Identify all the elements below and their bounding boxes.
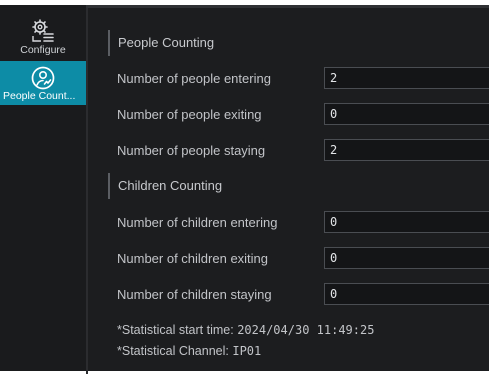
channel-label: *Statistical Channel: bbox=[117, 344, 233, 358]
children-staying-label: Number of children staying bbox=[117, 287, 272, 302]
channel-value: IP01 bbox=[232, 344, 262, 358]
children-entering-field[interactable]: 0 bbox=[324, 211, 489, 233]
people-staying-field[interactable]: 2 bbox=[324, 139, 489, 161]
sidebar-item-configure[interactable]: Configure bbox=[0, 13, 86, 61]
section-title-people-counting: People Counting bbox=[108, 30, 214, 56]
section-title-children-counting: Children Counting bbox=[108, 173, 222, 199]
start-time-label: *Statistical start time: bbox=[117, 323, 238, 337]
statistical-start-time: *Statistical start time: 2024/04/30 11:4… bbox=[117, 323, 374, 337]
sidebar-item-label: Configure bbox=[20, 44, 66, 56]
children-exiting-label: Number of children exiting bbox=[117, 251, 269, 266]
children-entering-label: Number of children entering bbox=[117, 215, 278, 230]
people-entering-field[interactable]: 2 bbox=[324, 67, 489, 89]
statistical-channel: *Statistical Channel: IP01 bbox=[117, 344, 261, 358]
sidebar-item-people-counting[interactable]: People Count... bbox=[0, 61, 86, 105]
people-entering-label: Number of people entering bbox=[117, 71, 271, 86]
people-exiting-label: Number of people exiting bbox=[117, 107, 262, 122]
main-panel: People Counting Number of people enterin… bbox=[88, 8, 489, 371]
sidebar-item-label: People Count... bbox=[3, 90, 76, 102]
sidebar: Configure People Count... bbox=[0, 5, 86, 371]
children-exiting-field[interactable]: 0 bbox=[324, 247, 489, 269]
start-time-value: 2024/04/30 11:49:25 bbox=[237, 323, 375, 337]
people-count-icon bbox=[31, 66, 55, 90]
people-staying-label: Number of people staying bbox=[117, 143, 266, 158]
children-staying-field[interactable]: 0 bbox=[324, 283, 489, 305]
gear-list-icon bbox=[32, 19, 54, 42]
people-exiting-field[interactable]: 0 bbox=[324, 103, 489, 125]
